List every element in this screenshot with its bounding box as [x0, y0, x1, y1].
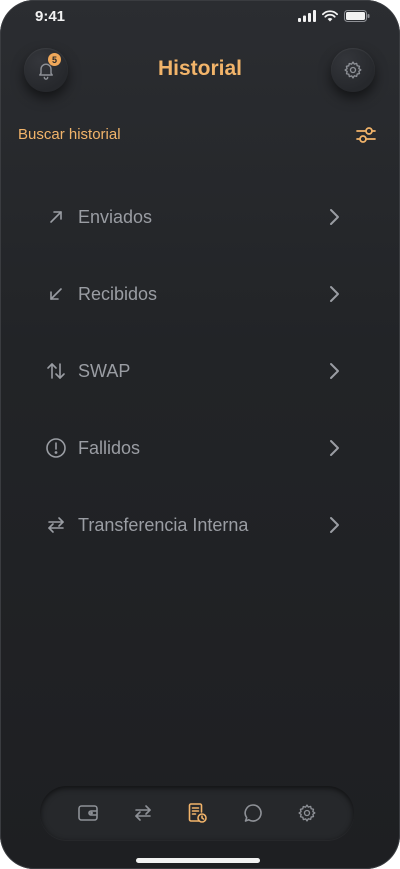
menu-item-label: Enviados	[78, 206, 153, 227]
nav-transfer[interactable]	[130, 800, 156, 826]
gear-icon	[344, 61, 362, 79]
wifi-icon	[322, 10, 338, 22]
home-indicator[interactable]	[136, 858, 260, 863]
history-icon	[188, 803, 207, 823]
chevron-right-icon	[330, 286, 339, 302]
menu-item-swap[interactable]: SWAP	[44, 351, 344, 391]
menu-item-label: SWAP	[78, 360, 131, 381]
menu-item-label: Transferencia Interna	[78, 514, 249, 535]
chevron-right-icon	[330, 440, 339, 456]
transfer-arrows-icon	[44, 513, 68, 537]
nav-history[interactable]	[184, 800, 210, 826]
nav-chat[interactable]	[240, 800, 266, 826]
wallet-icon	[78, 805, 98, 821]
nav-wallet[interactable]	[75, 800, 101, 826]
chevron-right-icon	[330, 209, 339, 225]
status-time: 9:41	[35, 8, 66, 25]
menu-item-label: Recibidos	[78, 283, 158, 304]
search-history-link[interactable]: Buscar historial	[18, 126, 121, 143]
gear-icon	[298, 804, 316, 822]
transfer-arrows-icon	[135, 805, 151, 821]
chevron-right-icon	[330, 363, 339, 379]
alert-circle-icon	[44, 436, 68, 460]
status-bar: 9:41	[0, 0, 400, 34]
arrow-up-right-icon	[44, 205, 68, 229]
cellular-signal-icon	[298, 10, 316, 22]
nav-settings[interactable]	[294, 800, 320, 826]
menu-item-fallidos[interactable]: Fallidos	[44, 428, 344, 468]
battery-icon	[344, 10, 370, 22]
menu-item-enviados[interactable]: Enviados	[44, 197, 344, 237]
status-icons	[298, 10, 370, 22]
arrow-down-left-icon	[44, 282, 68, 306]
bottom-nav	[40, 786, 354, 840]
settings-button[interactable]	[331, 48, 375, 92]
menu-item-transferencia-interna[interactable]: Transferencia Interna	[44, 505, 344, 545]
phone-screen: 9:41 5 Historial Buscar historial Enviad…	[0, 0, 400, 869]
filter-sliders-icon[interactable]	[355, 125, 377, 145]
swap-vertical-icon	[44, 359, 68, 383]
chat-icon	[244, 804, 262, 822]
menu-item-recibidos[interactable]: Recibidos	[44, 274, 344, 314]
chevron-right-icon	[330, 517, 339, 533]
menu-item-label: Fallidos	[78, 437, 141, 458]
